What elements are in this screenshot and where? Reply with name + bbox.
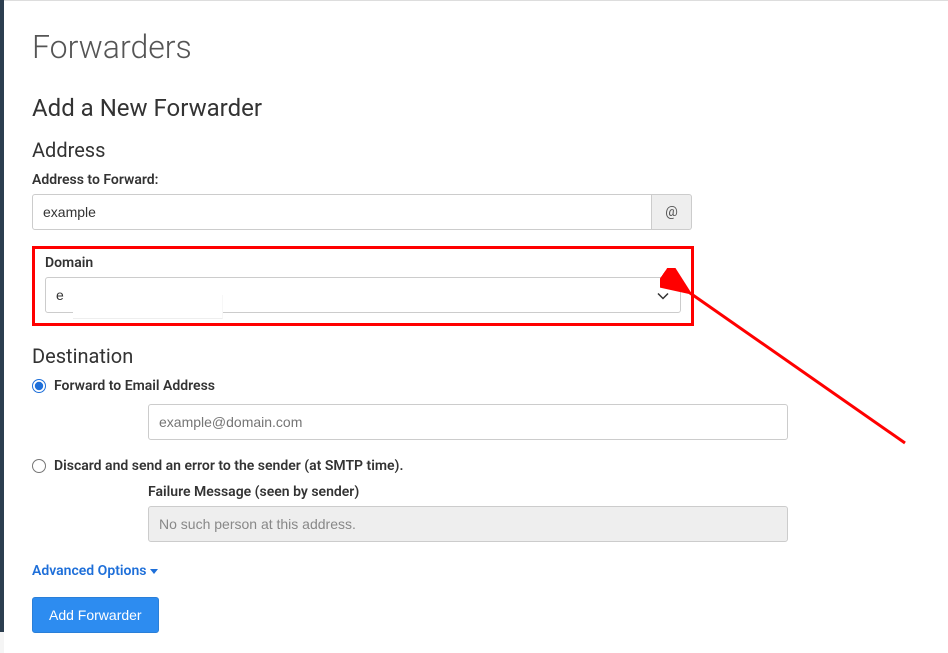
at-symbol-addon: @ — [652, 194, 692, 230]
forwarders-panel: Forwarders Add a New Forwarder Address A… — [4, 0, 948, 653]
discard-radio[interactable] — [32, 459, 46, 473]
destination-heading: Destination — [32, 344, 920, 368]
address-to-forward-label: Address to Forward: — [32, 172, 920, 188]
add-forwarder-button[interactable]: Add Forwarder — [32, 597, 159, 633]
failure-message-input — [148, 506, 788, 542]
address-heading: Address — [32, 138, 920, 162]
section-title: Add a New Forwarder — [32, 94, 920, 122]
page-title: Forwarders — [32, 28, 920, 66]
forward-email-field — [148, 404, 920, 440]
forward-to-email-radio[interactable] — [32, 379, 46, 393]
advanced-options-link[interactable]: Advanced Options — [32, 563, 158, 579]
address-to-forward-input[interactable] — [32, 194, 652, 230]
forward-radio-row: Forward to Email Address — [32, 378, 920, 394]
address-input-row: @ — [32, 194, 920, 230]
failure-message-field: Failure Message (seen by sender) — [148, 484, 920, 542]
domain-label: Domain — [45, 255, 681, 271]
failure-message-label: Failure Message (seen by sender) — [148, 484, 920, 500]
caret-down-icon — [150, 563, 158, 579]
forward-email-input[interactable] — [148, 404, 788, 440]
forward-to-email-label: Forward to Email Address — [54, 378, 215, 394]
domain-highlight-box: Domain e — [32, 246, 694, 326]
advanced-options-label: Advanced Options — [32, 563, 146, 579]
discard-radio-label: Discard and send an error to the sender … — [54, 458, 403, 474]
discard-radio-row: Discard and send an error to the sender … — [32, 458, 920, 474]
